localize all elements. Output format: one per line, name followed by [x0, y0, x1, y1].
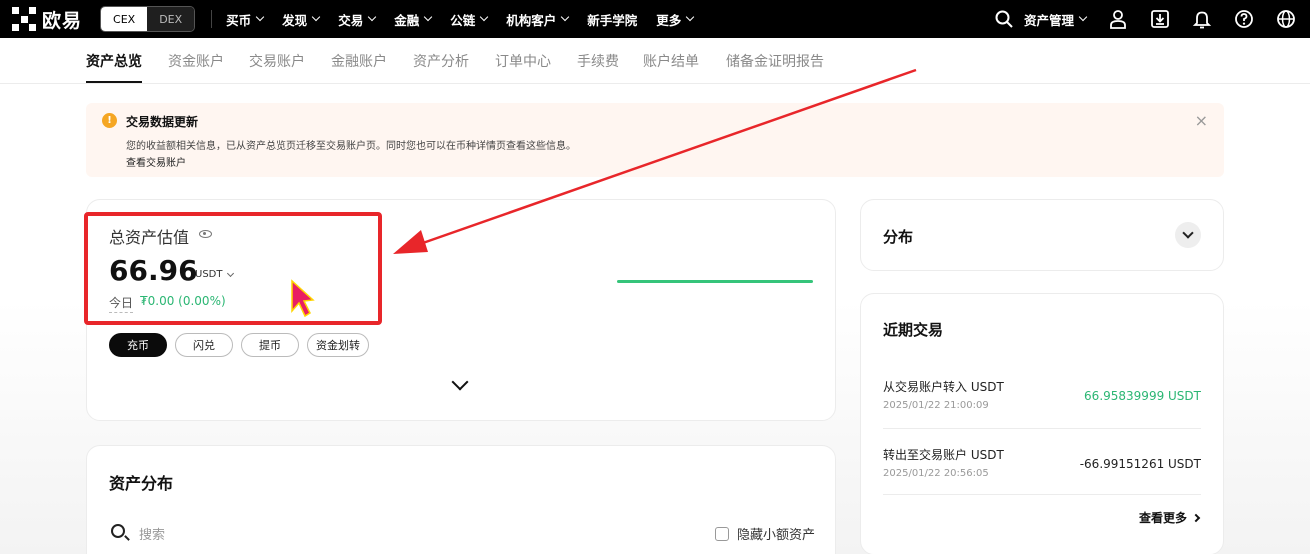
- highlight-box: [84, 212, 382, 325]
- distribution-title: 分布: [883, 228, 914, 246]
- nav-item-label: 更多: [656, 12, 682, 28]
- subtab[interactable]: 资产总览: [86, 51, 142, 83]
- search-icon[interactable]: [994, 9, 1014, 29]
- subtab[interactable]: 资金账户: [168, 51, 224, 71]
- search-icon: [111, 524, 125, 538]
- transfer-button[interactable]: 资金划转: [307, 333, 369, 357]
- user-icon[interactable]: [1108, 9, 1128, 29]
- nav-item-label: 发现: [282, 12, 308, 28]
- nav-item[interactable]: 买币: [226, 10, 265, 29]
- cex-dex-switch[interactable]: CEX DEX: [100, 6, 196, 32]
- nav-item[interactable]: 金融: [394, 10, 433, 29]
- close-icon[interactable]: ×: [1195, 111, 1208, 130]
- nav-item[interactable]: 发现: [282, 10, 321, 29]
- hide-small-assets-toggle[interactable]: 隐藏小额资产: [715, 524, 815, 543]
- nav-item-label: 机构客户: [506, 12, 557, 28]
- nav-item-label: 公链: [450, 12, 476, 28]
- transaction-row[interactable]: 转出至交易账户 USDT 2025/01/22 20:56:05 -66.991…: [883, 446, 1201, 500]
- recent-transactions-title: 近期交易: [883, 321, 944, 339]
- transaction-time: 2025/01/22 21:00:09: [883, 400, 989, 411]
- nav-item-label: 新手学院: [587, 12, 638, 28]
- subtab[interactable]: 订单中心: [495, 51, 551, 71]
- asset-sparkline: [617, 280, 813, 283]
- search-input[interactable]: 搜索: [139, 524, 165, 543]
- chevron-down-icon: [311, 12, 321, 22]
- convert-button[interactable]: 闪兑: [175, 333, 233, 357]
- nav-item[interactable]: 机构客户: [506, 10, 570, 29]
- okx-logo-icon: [12, 7, 36, 31]
- top-nav: 欧易 CEX DEX 买币 发现 交易 金融 公链 机构客户 新手学院 更多 资产管理: [0, 0, 1310, 38]
- subtab[interactable]: 账户结单: [643, 51, 699, 71]
- banner-title: 交易数据更新: [126, 115, 199, 129]
- transaction-name: 从交易账户转入 USDT: [883, 380, 1004, 394]
- data-update-banner: ! 交易数据更新 您的收益额相关信息，已从资产总览页迁移至交易账户页。同时您也可…: [86, 103, 1224, 177]
- distribution-card: 分布: [860, 199, 1224, 271]
- asset-management-menu[interactable]: 资产管理: [1023, 10, 1088, 29]
- chevron-right-icon: [1191, 513, 1201, 522]
- chevron-down-icon: [367, 12, 377, 22]
- subtab[interactable]: 金融账户: [331, 51, 387, 71]
- view-trading-account-link[interactable]: 查看交易账户: [126, 154, 186, 169]
- withdraw-button[interactable]: 提币: [241, 333, 299, 357]
- chevron-down-icon: [255, 12, 265, 22]
- nav-menu: 买币 发现 交易 金融 公链 机构客户 新手学院 更多: [226, 10, 712, 29]
- transaction-row[interactable]: 从交易账户转入 USDT 2025/01/22 21:00:09 66.9583…: [883, 378, 1201, 432]
- hide-small-assets-label: 隐藏小额资产: [737, 528, 816, 543]
- page: 欧易 CEX DEX 买币 发现 交易 金融 公链 机构客户 新手学院 更多 资产管理 资产总…: [0, 0, 1310, 554]
- nav-divider: [211, 10, 213, 28]
- asset-distribution-title: 资产分布: [109, 474, 174, 493]
- asset-management-label: 资产管理: [1023, 12, 1074, 28]
- transaction-amount: -66.99151261 USDT: [1079, 457, 1201, 471]
- globe-icon[interactable]: [1276, 9, 1296, 29]
- subtab[interactable]: 储备金证明报告: [726, 51, 824, 71]
- asset-distribution-card: 资产分布 搜索 隐藏小额资产: [86, 445, 836, 554]
- transaction-name: 转出至交易账户 USDT: [883, 448, 1004, 462]
- nav-item[interactable]: 公链: [450, 10, 489, 29]
- checkbox[interactable]: [715, 526, 729, 541]
- nav-right: 资产管理: [994, 0, 1296, 38]
- chevron-down-icon[interactable]: [1175, 222, 1201, 248]
- download-icon[interactable]: [1150, 9, 1170, 29]
- divider: [883, 428, 1201, 429]
- view-more-link[interactable]: 查看更多: [1138, 509, 1201, 526]
- warning-icon: !: [102, 113, 117, 128]
- nav-item[interactable]: 更多: [656, 10, 695, 29]
- chevron-down-icon: [561, 12, 570, 22]
- deposit-button[interactable]: 充币: [109, 333, 167, 357]
- dex-toggle[interactable]: DEX: [147, 7, 195, 31]
- nav-item-label: 交易: [338, 12, 364, 28]
- asset-subtabs: 资产总览 资金账户 交易账户 金融账户 资产分析 订单中心 手续费 账户结单 储备金证明报告: [0, 38, 1310, 84]
- chevron-down-icon: [686, 12, 695, 22]
- subtab[interactable]: 资产分析: [413, 51, 469, 71]
- nav-item-label: 金融: [394, 12, 420, 28]
- nav-item[interactable]: 交易: [338, 10, 377, 29]
- chevron-down-icon: [479, 12, 489, 22]
- transaction-time: 2025/01/22 20:56:05: [883, 468, 989, 479]
- nav-item-label: 买币: [226, 12, 252, 28]
- divider: [883, 494, 1201, 495]
- help-icon[interactable]: [1234, 9, 1254, 29]
- brand-name: 欧易: [42, 9, 83, 32]
- nav-item[interactable]: 新手学院: [587, 10, 637, 29]
- bell-icon[interactable]: [1192, 9, 1212, 29]
- chevron-down-icon: [1078, 12, 1088, 22]
- recent-transactions-card: 近期交易 从交易账户转入 USDT 2025/01/22 21:00:09 66…: [860, 293, 1224, 554]
- subtab[interactable]: 交易账户: [249, 51, 305, 71]
- cex-toggle[interactable]: CEX: [101, 7, 148, 31]
- subtab[interactable]: 手续费: [577, 51, 619, 71]
- transaction-amount: 66.95839999 USDT: [1084, 389, 1201, 403]
- chevron-down-icon: [423, 12, 433, 22]
- banner-description: 您的收益额相关信息，已从资产总览页迁移至交易账户页。同时您也可以在币种详情页查看…: [126, 141, 576, 152]
- logo[interactable]: 欧易: [12, 0, 82, 38]
- chevron-down-icon[interactable]: [451, 373, 469, 391]
- view-more-label: 查看更多: [1138, 511, 1187, 525]
